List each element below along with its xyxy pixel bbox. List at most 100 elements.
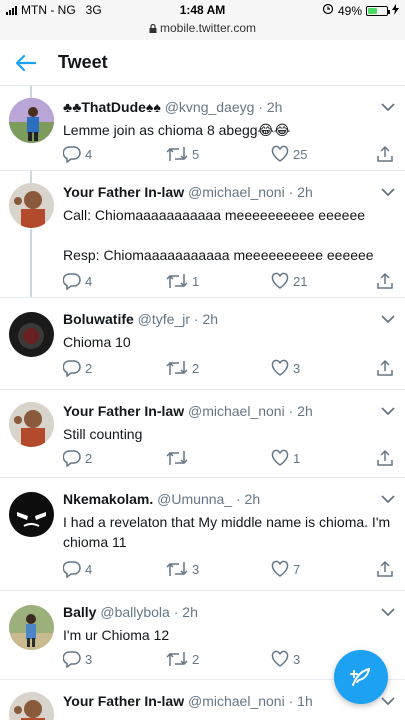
compose-icon (350, 667, 371, 686)
retweet-button[interactable]: 1 (166, 270, 199, 292)
author-handle[interactable]: @tyfe_jr (138, 311, 190, 327)
chevron-down-icon[interactable] (381, 314, 395, 324)
like-button[interactable]: 3 (271, 357, 300, 379)
author-handle[interactable]: @ballybola (100, 604, 169, 620)
tweet[interactable]: Nkemakolam. @Umunna_ · 2h I had a revela… (0, 478, 405, 591)
tweet-actions: 2 1 (63, 447, 403, 469)
chevron-down-icon[interactable] (381, 607, 395, 617)
reply-count: 2 (85, 360, 93, 376)
reply-button[interactable]: 4 (63, 558, 92, 580)
reply-button[interactable]: 2 (63, 357, 92, 379)
like-button[interactable]: 3 (271, 648, 300, 670)
avatar[interactable] (9, 312, 54, 357)
chevron-down-icon[interactable] (381, 102, 395, 112)
tweet[interactable]: Boluwatife @tyfe_jr · 2h Chioma 10 2 2 3 (0, 298, 405, 390)
charging-icon (392, 3, 399, 18)
share-button[interactable] (376, 270, 394, 292)
like-icon (271, 272, 289, 289)
retweet-button[interactable]: 2 (166, 648, 199, 670)
tweet-text: Still counting (63, 426, 143, 442)
retweet-count: 2 (192, 651, 200, 667)
back-arrow-icon (16, 54, 36, 71)
reply-button[interactable]: 3 (63, 648, 92, 670)
reply-count: 4 (85, 273, 93, 289)
author-handle[interactable]: @michael_noni (188, 403, 285, 419)
compose-button[interactable] (334, 650, 388, 704)
tweet-text: I had a revelaton that My middle name is… (63, 514, 391, 550)
reply-icon (63, 450, 81, 467)
like-button[interactable]: 7 (271, 558, 300, 580)
chevron-down-icon[interactable] (381, 494, 395, 504)
share-button[interactable] (376, 143, 394, 165)
avatar[interactable] (9, 492, 54, 537)
timestamp[interactable]: 2h (202, 311, 218, 327)
like-count: 1 (293, 450, 301, 466)
separator-dot: · (193, 311, 199, 327)
avatar[interactable] (9, 183, 54, 228)
reply-count: 4 (85, 561, 93, 577)
share-button[interactable] (376, 558, 394, 580)
tweet-actions: 4 5 25 (63, 143, 403, 165)
chevron-down-icon[interactable] (381, 187, 395, 197)
reply-count: 2 (85, 450, 93, 466)
avatar[interactable] (9, 402, 54, 447)
like-count: 7 (293, 561, 301, 577)
share-button[interactable] (376, 357, 394, 379)
separator-dot: · (235, 491, 241, 507)
timestamp[interactable]: 2h (245, 491, 261, 507)
author-handle[interactable]: @kvng_daeyg (165, 99, 255, 115)
retweet-button[interactable]: 5 (166, 143, 199, 165)
chevron-down-icon[interactable] (381, 406, 395, 416)
tweet-text: Lemme join as chioma 8 abegg😂😂 (63, 122, 291, 138)
author-name[interactable]: Boluwatife (63, 311, 134, 327)
tweet[interactable]: ♣♣ThatDude♠♠ @kvng_daeyg · 2h Lemme join… (0, 86, 405, 171)
author-name[interactable]: Your Father In-law (63, 693, 184, 709)
author-name[interactable]: Nkemakolam. (63, 491, 153, 507)
avatar[interactable] (9, 605, 54, 650)
separator-dot: · (173, 604, 179, 620)
page-title: Tweet (58, 52, 108, 72)
tweet[interactable]: Your Father In-law @michael_noni · 2h Ca… (0, 171, 405, 298)
separator-dot: · (288, 403, 294, 419)
author-name[interactable]: ♣♣ThatDude♠♠ (63, 99, 161, 115)
timestamp[interactable]: 2h (267, 99, 283, 115)
url-bar[interactable]: mobile.twitter.com (0, 21, 405, 35)
retweet-button[interactable]: 2 (166, 357, 199, 379)
retweet-button[interactable]: 3 (166, 558, 199, 580)
tweet[interactable]: Your Father In-law @michael_noni · 2h St… (0, 390, 405, 478)
chevron-down-icon[interactable] (381, 696, 395, 706)
share-icon (377, 272, 393, 289)
like-icon (271, 359, 289, 376)
tweet-text: Chioma 10 (63, 334, 131, 350)
avatar[interactable] (9, 692, 54, 720)
author-name[interactable]: Your Father In-law (63, 403, 184, 419)
author-handle[interactable]: @Umunna_ (157, 491, 232, 507)
retweet-button[interactable] (166, 447, 192, 469)
timestamp[interactable]: 2h (297, 403, 313, 419)
like-button[interactable]: 1 (271, 447, 300, 469)
author-handle[interactable]: @michael_noni (188, 693, 285, 709)
reply-icon (63, 146, 81, 163)
like-button[interactable]: 21 (271, 270, 307, 292)
retweet-icon (166, 361, 188, 375)
author-name[interactable]: Your Father In-law (63, 184, 184, 200)
timestamp[interactable]: 2h (297, 184, 313, 200)
avatar[interactable] (9, 98, 54, 143)
author-name[interactable]: Bally (63, 604, 96, 620)
timestamp[interactable]: 1h (297, 693, 313, 709)
timestamp[interactable]: 2h (182, 604, 198, 620)
reply-button[interactable]: 2 (63, 447, 92, 469)
app-header: Tweet (0, 40, 405, 86)
share-button[interactable] (376, 447, 394, 469)
battery-icon (366, 5, 390, 16)
reply-button[interactable]: 4 (63, 270, 92, 292)
share-icon (377, 449, 393, 466)
tweet-actions: 4 3 7 (63, 558, 403, 580)
back-button[interactable] (0, 40, 52, 86)
author-handle[interactable]: @michael_noni (188, 184, 285, 200)
tweet-actions: 2 2 3 (63, 357, 403, 379)
like-icon (271, 560, 289, 577)
like-icon (271, 145, 289, 162)
reply-button[interactable]: 4 (63, 143, 92, 165)
like-button[interactable]: 25 (271, 143, 307, 165)
